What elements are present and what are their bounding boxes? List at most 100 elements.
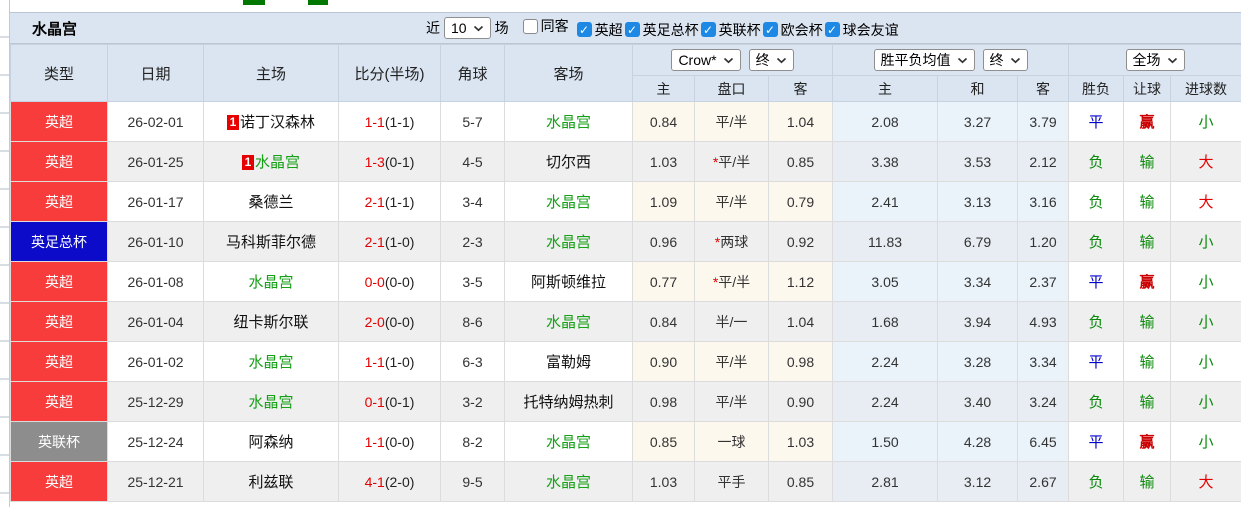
summary-bar: 近10场,胜0平4负6, 胜率: 0% 赢率: 30% 大: 30% 单率:40… [10, 502, 1241, 507]
competition-badge: 英超 [10, 461, 108, 502]
bookmaker-select[interactable]: Crow* [671, 49, 741, 71]
filter-checkbox-同客[interactable]: 同客 [522, 16, 569, 36]
subcol-spread: 让球 [1123, 75, 1172, 102]
away-team: 水晶宫 [504, 101, 633, 142]
avg-time-select[interactable]: 终 [982, 49, 1028, 71]
avg-odds-select[interactable]: 胜平负均值 [873, 49, 975, 71]
corners: 3-2 [440, 381, 505, 422]
subcol-avg-draw: 和 [937, 75, 1019, 102]
table-row: 英超 26-01-17 桑德兰 2-1(1-1) 3-4 水晶宫 1.09 平/半 0.79 2.… [10, 181, 1241, 222]
result-handicap: 赢 [1123, 261, 1172, 302]
home-team-name: 水晶宫 [248, 274, 294, 291]
avg-group-header: 胜平负均值 终 [832, 44, 1070, 76]
period-select[interactable]: 全场 [1125, 49, 1185, 71]
avg-away-odds: 2.12 [1017, 141, 1070, 182]
away-team: 水晶宫 [504, 221, 633, 262]
odds-away: 0.98 [767, 341, 834, 382]
competition-badge: 英超 [10, 181, 108, 222]
corners: 3-4 [440, 181, 505, 222]
competition-badge: 英超 [10, 141, 108, 182]
result-wdl: 负 [1068, 461, 1125, 502]
odds-home: 1.03 [632, 461, 695, 502]
corners: 4-5 [440, 141, 505, 182]
table-row: 英超 26-01-08 水晶宫 0-0(0-0) 3-5 阿斯顿维拉 0.77 *平/半 1.1… [10, 261, 1241, 302]
checked-checkbox-icon[interactable]: ✓ [700, 22, 716, 38]
away-team-name: 水晶宫 [545, 234, 591, 251]
checked-checkbox-icon[interactable]: ✓ [824, 22, 840, 38]
halftime-score: (2-0) [384, 473, 415, 490]
corners: 8-6 [440, 301, 505, 342]
corners: 6-3 [440, 341, 505, 382]
match-date: 26-01-25 [107, 141, 204, 182]
handicap: 平/半 [694, 181, 769, 222]
score: 2-0(0-0) [338, 301, 441, 342]
halftime-score: (0-1) [384, 153, 415, 170]
table-row: 英联杯 25-12-24 阿森纳 1-1(0-0) 8-2 水晶宫 0.85 一球 1.03 1.… [10, 421, 1241, 462]
away-team: 托特纳姆热刺 [504, 381, 633, 422]
odds-home: 0.84 [632, 101, 695, 142]
avg-home-odds: 2.08 [832, 101, 939, 142]
recent-count-select[interactable]: 10 [444, 17, 491, 39]
avg-away-odds: 4.93 [1017, 301, 1070, 342]
filter-checkbox-欧会杯[interactable]: ✓ 欧会杯 [762, 20, 823, 40]
home-team: 1 水晶宫 [203, 141, 339, 182]
home-team-name: 桑德兰 [248, 194, 294, 211]
chevron-down-icon [723, 57, 733, 63]
filter-checkbox-球会友谊[interactable]: ✓ 球会友谊 [824, 20, 899, 40]
corners: 8-2 [440, 421, 505, 462]
team-history-panel: 水晶宫 近 10 场 同客 ✓ 英超 ✓ 英足总杯 ✓ 英联杯 ✓ 欧会杯 ✓ 球会友谊 [10, 12, 1241, 507]
avg-away-odds: 6.45 [1017, 421, 1070, 462]
col-header-home: 主场 [203, 44, 339, 102]
result-handicap: 输 [1123, 181, 1172, 222]
checked-checkbox-icon[interactable]: ✓ [576, 22, 592, 38]
away-team: 水晶宫 [504, 461, 633, 502]
col-header-score: 比分(半场) [338, 44, 441, 102]
avg-draw-odds: 3.94 [937, 301, 1019, 342]
checked-checkbox-icon[interactable]: ✓ [624, 22, 640, 38]
result-group-header: 全场 [1068, 44, 1241, 76]
odds-away: 0.79 [767, 181, 834, 222]
fulltime-score: 2-0 [364, 313, 385, 330]
checkbox-label: 英超 [594, 21, 623, 38]
adjacent-table-edge [0, 0, 10, 507]
filter-checkbox-英超[interactable]: ✓ 英超 [576, 20, 623, 40]
match-stats-screen: 水晶宫 近 10 场 同客 ✓ 英超 ✓ 英足总杯 ✓ 英联杯 ✓ 欧会杯 ✓ 球会友谊 [0, 0, 1241, 507]
subcol-odds-home: 主 [632, 75, 695, 102]
col-header-date: 日期 [107, 44, 204, 102]
result-handicap: 输 [1123, 341, 1172, 382]
table-row: 英超 26-02-01 1 诺丁汉森林 1-1(1-1) 5-7 水晶宫 0.84 平/半 1.0… [10, 101, 1241, 142]
unchecked-checkbox-icon[interactable] [522, 18, 538, 34]
odds-away: 1.04 [767, 301, 834, 342]
avg-draw-odds: 6.79 [937, 221, 1019, 262]
away-team-name: 水晶宫 [545, 194, 591, 211]
avg-draw-odds: 3.28 [937, 341, 1019, 382]
checked-checkbox-icon[interactable]: ✓ [762, 22, 778, 38]
checkbox-label: 欧会杯 [780, 21, 823, 38]
odds-away: 1.04 [767, 101, 834, 142]
score: 1-3(0-1) [338, 141, 441, 182]
checkbox-label: 英足总杯 [642, 21, 699, 38]
avg-home-odds: 3.38 [832, 141, 939, 182]
odds-home: 1.03 [632, 141, 695, 182]
score: 2-1(1-1) [338, 181, 441, 222]
match-date: 26-01-17 [107, 181, 204, 222]
result-goals: 大 [1170, 141, 1241, 182]
odds-home: 0.85 [632, 421, 695, 462]
avg-home-odds: 2.24 [832, 381, 939, 422]
filter-checkbox-英联杯[interactable]: ✓ 英联杯 [700, 20, 761, 40]
avg-home-odds: 1.68 [832, 301, 939, 342]
home-team: 水晶宫 [203, 261, 339, 302]
away-team-name: 切尔西 [545, 154, 591, 171]
filter-checkbox-英足总杯[interactable]: ✓ 英足总杯 [624, 20, 699, 40]
avg-draw-odds: 3.27 [937, 101, 1019, 142]
odds-away: 0.92 [767, 221, 834, 262]
odds-home: 0.84 [632, 301, 695, 342]
chevron-down-icon [1167, 57, 1177, 63]
result-handicap: 赢 [1123, 421, 1172, 462]
home-team-name: 马科斯菲尔德 [225, 234, 316, 251]
away-team: 水晶宫 [504, 181, 633, 222]
odds-time-select[interactable]: 终 [748, 49, 794, 71]
odds-home: 0.90 [632, 341, 695, 382]
away-team-name: 阿斯顿维拉 [530, 274, 606, 291]
away-team-name: 托特纳姆热刺 [523, 394, 614, 411]
